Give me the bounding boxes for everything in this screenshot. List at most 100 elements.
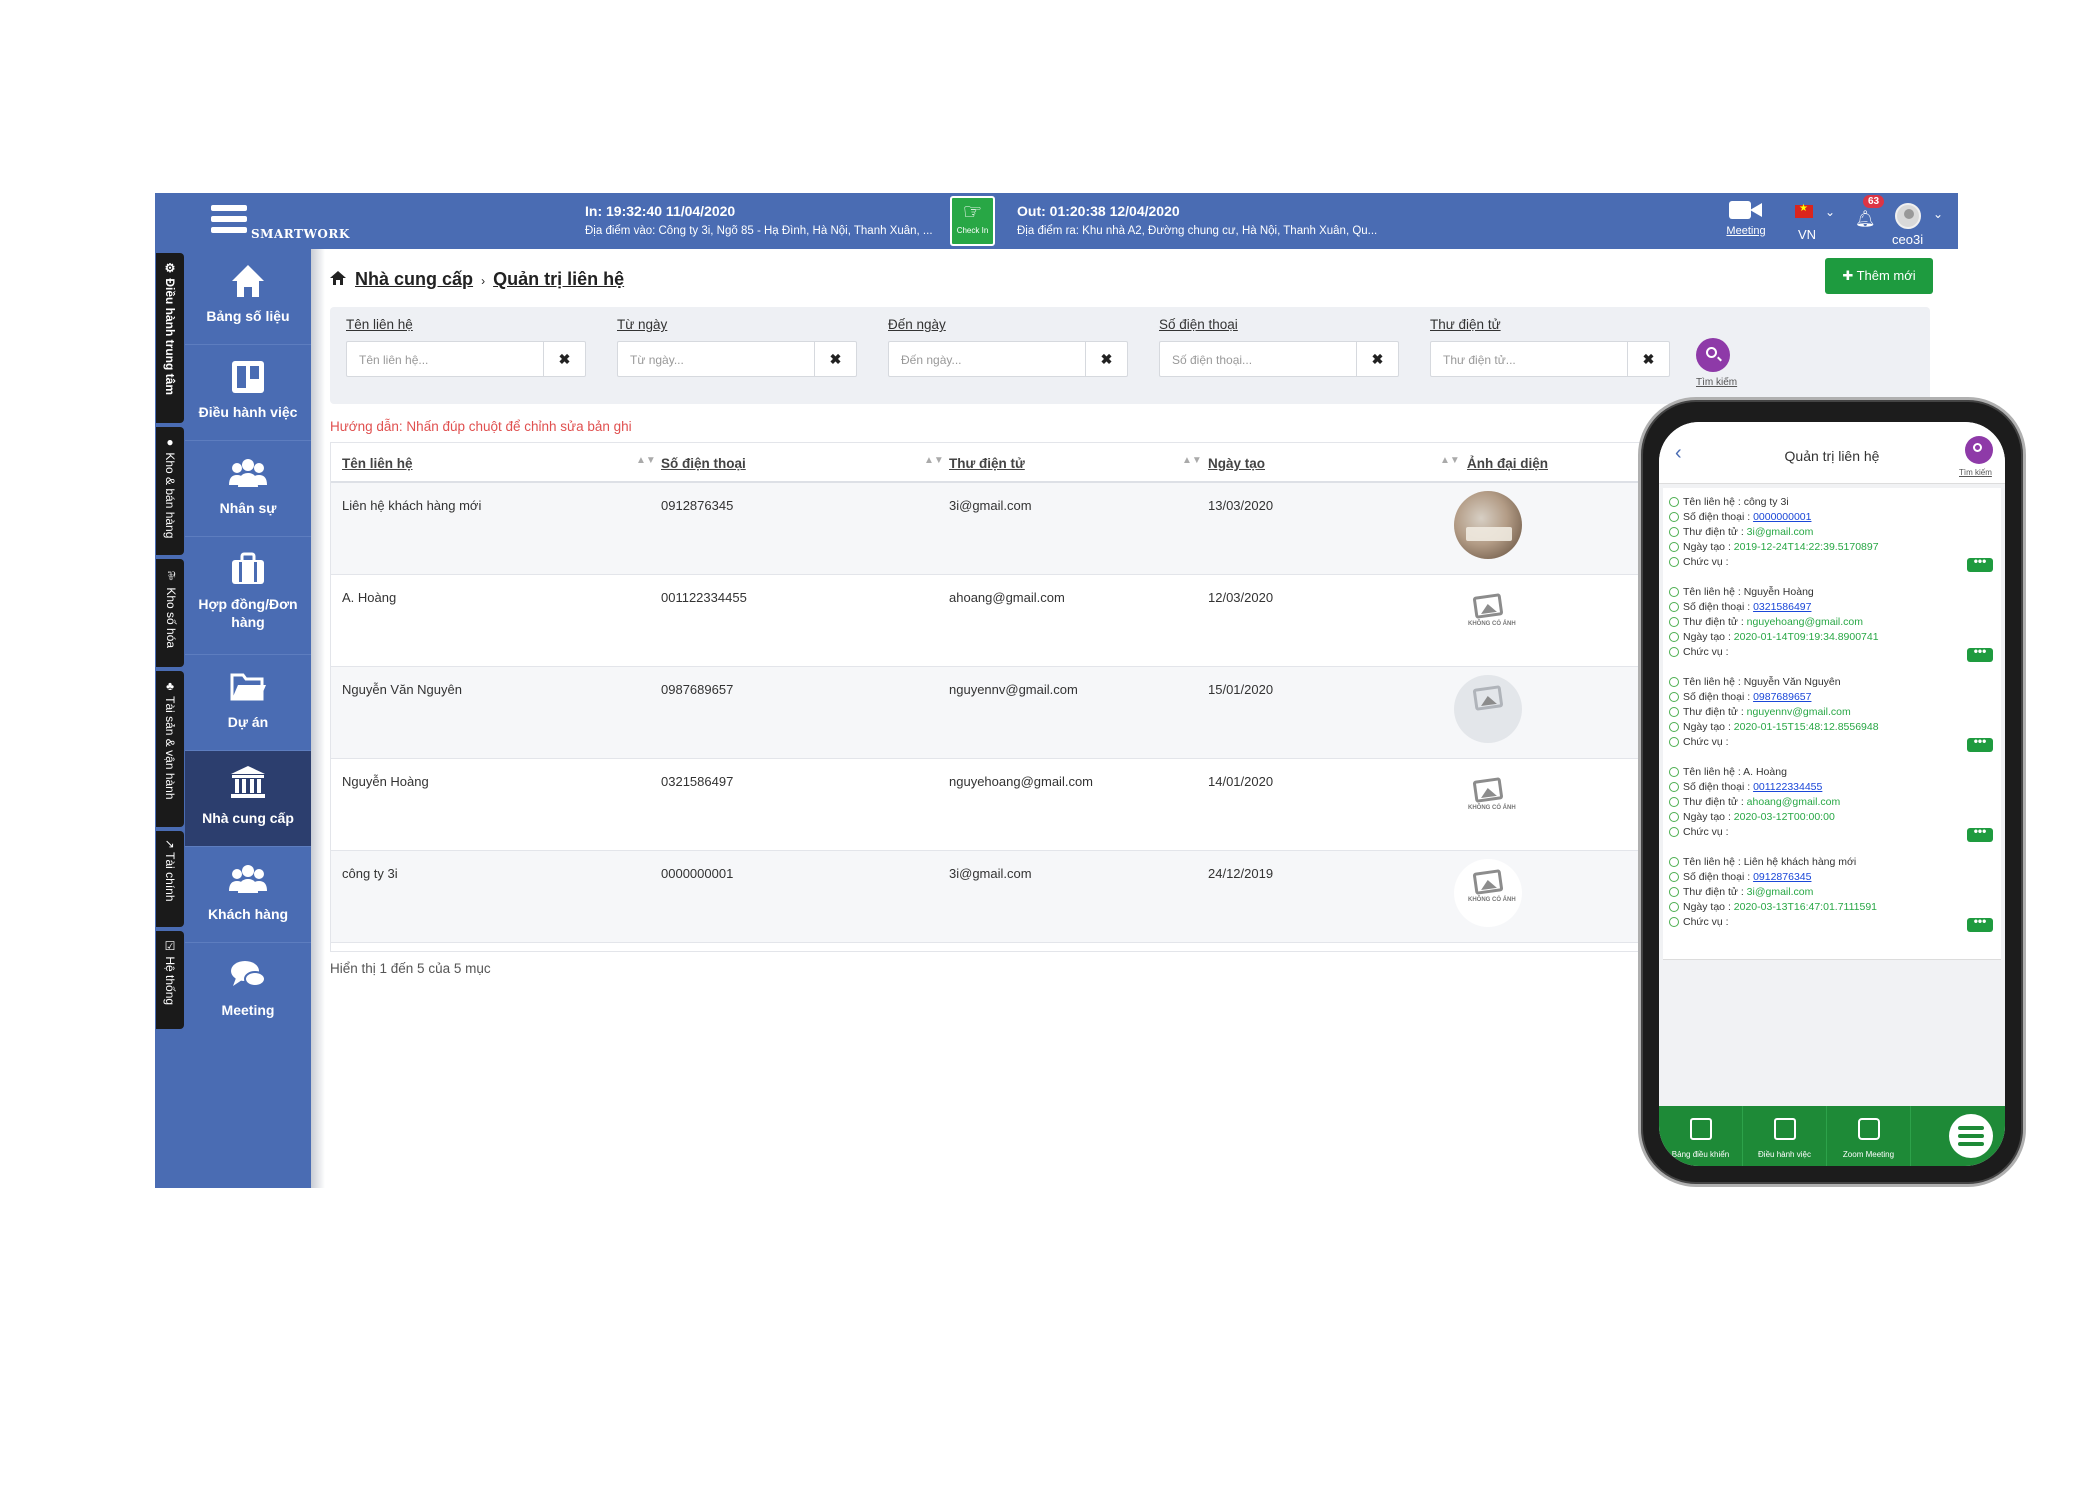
breadcrumb-current-link[interactable]: Quản trị liên hệ xyxy=(493,269,624,289)
user-menu[interactable]: ⌄ ceo3i xyxy=(1892,203,1955,247)
more-options-button[interactable]: ••• xyxy=(1967,555,1993,572)
add-new-button[interactable]: ✚ Thêm mới xyxy=(1825,258,1933,294)
filter-label: Tên liên hệ xyxy=(346,317,413,332)
card-phone-link[interactable]: 0000000001 xyxy=(1753,511,1811,523)
breadcrumb-parent-link[interactable]: Nhà cung cấp xyxy=(355,269,473,289)
search-icon xyxy=(1706,347,1717,358)
clear-icon[interactable]: ✖ xyxy=(1356,342,1398,376)
column-header-phone[interactable]: Số điện thoại xyxy=(661,456,746,471)
column-header-created[interactable]: Ngày tạo xyxy=(1208,456,1265,471)
cell-email: nguyehoang@gmail.com xyxy=(949,774,1094,789)
card-name-line: Tên liên hệ : Nguyễn Hoàng xyxy=(1683,586,1814,598)
sidebar-item-bang-so-lieu[interactable]: Bảng số liệu xyxy=(185,249,311,345)
table-info: Hiển thị 1 đến 5 của 5 mục xyxy=(330,961,491,976)
sidebar-item-khach-hang[interactable]: Khách hàng xyxy=(185,847,311,943)
mobile-tab-zoom-meeting[interactable]: Zoom Meeting xyxy=(1827,1106,1911,1166)
more-options-button[interactable]: ••• xyxy=(1967,735,1993,752)
field-label: Ngày tạo : xyxy=(1683,721,1734,733)
module-tab-tai-chinh[interactable]: ↗ Tài chính xyxy=(156,831,184,927)
sort-icon[interactable]: ▲▼ xyxy=(636,455,656,466)
table-row[interactable]: Nguyễn Hoàng 0321586497 nguyehoang@gmail… xyxy=(331,759,1669,851)
menu-bar xyxy=(1958,1126,1984,1130)
module-tab-kho-so-hoa[interactable]: ⅌ Kho số hóa xyxy=(156,559,184,667)
card-created-line: Ngày tạo : 2019-12-24T14:22:39.5170897 xyxy=(1683,541,1879,553)
mobile-tab-dashboard[interactable]: Bảng điều khiển xyxy=(1659,1106,1743,1166)
column-header-avatar[interactable]: Ảnh đại diện xyxy=(1467,456,1548,471)
search-button[interactable] xyxy=(1696,338,1730,372)
phone-icon xyxy=(1669,692,1679,702)
language-selector[interactable]: ⌄ VN xyxy=(1795,203,1845,242)
card-phone-link[interactable]: 0987689657 xyxy=(1753,691,1811,703)
table-row[interactable]: A. Hoàng 001122334455 ahoang@gmail.com 1… xyxy=(331,575,1669,667)
column-header-name[interactable]: Tên liên hệ xyxy=(342,456,413,471)
module-tab-kho-ban-hang[interactable]: ● Kho & bán hàng xyxy=(156,427,184,555)
bank-icon xyxy=(231,766,265,798)
more-options-button[interactable]: ••• xyxy=(1967,915,1993,932)
app-logo[interactable]: SMARTWORK xyxy=(211,205,371,241)
search-label[interactable]: Tìm kiếm xyxy=(1696,377,1737,388)
from-date-input[interactable]: Từ ngày... ✖ xyxy=(617,341,857,377)
column-header-email[interactable]: Thư điện tử xyxy=(949,456,1025,471)
clear-icon[interactable]: ✖ xyxy=(1627,342,1669,376)
card-phone-link[interactable]: 0912876345 xyxy=(1753,871,1811,883)
more-options-button[interactable]: ••• xyxy=(1967,825,1993,842)
clock-icon xyxy=(1669,632,1679,642)
to-date-input[interactable]: Đến ngày... ✖ xyxy=(888,341,1128,377)
module-tab-dieu-hanh[interactable]: ⚙ Điều hành trung tâm xyxy=(156,253,184,423)
phone-icon xyxy=(1669,872,1679,882)
contact-card[interactable]: Tên liên hệ : Liên hệ khách hàng mới Số … xyxy=(1663,848,2001,960)
sidebar-item-du-an[interactable]: Dự án xyxy=(185,655,311,751)
card-position-line: Chức vụ : xyxy=(1683,916,1729,928)
card-email: 3i@gmail.com xyxy=(1746,526,1814,538)
field-label: Số điện thoại : xyxy=(1683,691,1754,703)
cell-created: 12/03/2020 xyxy=(1208,590,1274,605)
card-phone-line: Số điện thoại : 0987689657 xyxy=(1683,691,1811,703)
filter-label: Số điện thoại xyxy=(1159,317,1238,332)
notifications-button[interactable]: 🔔︎ 63 xyxy=(1855,195,1885,229)
mobile-search-button[interactable] xyxy=(1965,436,1993,464)
card-phone-line: Số điện thoại : 0000000001 xyxy=(1683,511,1811,523)
sidebar-item-dieu-hanh-viec[interactable]: Điều hành việc xyxy=(185,345,311,441)
table-row[interactable]: Liên hệ khách hàng mới 0912876345 3i@gma… xyxy=(331,483,1669,575)
sidebar-item-hop-dong[interactable]: Hợp đồng/Đơn hàng xyxy=(185,537,311,655)
filter-label: Thư điện tử xyxy=(1430,317,1501,332)
card-phone-link[interactable]: 0321586497 xyxy=(1753,601,1811,613)
sidebar-item-meeting[interactable]: Meeting xyxy=(185,943,311,1039)
more-options-button[interactable]: ••• xyxy=(1967,645,1993,662)
sidebar-item-nha-cung-cap[interactable]: Nhà cung cấp xyxy=(185,751,311,847)
mobile-search-label[interactable]: Tìm kiếm xyxy=(1959,468,1992,477)
card-created: 2020-03-12T00:00:00 xyxy=(1733,811,1835,823)
sort-icon[interactable]: ▲▼ xyxy=(1440,455,1460,466)
clear-icon[interactable]: ✖ xyxy=(814,342,856,376)
sort-icon[interactable]: ▲▼ xyxy=(924,455,944,466)
sidebar-item-nhan-su[interactable]: Nhân sự xyxy=(185,441,311,537)
sidebar-item-label: Meeting xyxy=(221,1002,275,1018)
mobile-tab-work[interactable]: Điều hành việc xyxy=(1743,1106,1827,1166)
clear-icon[interactable]: ✖ xyxy=(543,342,585,376)
module-tab-tai-san[interactable]: ♣ Tài sản & vận hành xyxy=(156,671,184,827)
check-in-button[interactable]: ☞ Check In xyxy=(950,196,995,246)
chevron-down-icon: ⌄ xyxy=(1933,207,1944,221)
sidebar: Bảng số liệu Điều hành việc Nhân sự Hợp … xyxy=(185,249,311,1188)
mobile-menu-button[interactable] xyxy=(1949,1114,1993,1158)
meeting-button[interactable]: Meeting xyxy=(1718,199,1774,237)
cell-name: Nguyễn Văn Nguyên xyxy=(342,682,462,697)
table-row[interactable]: Nguyễn Văn Nguyên 0987689657 nguyennv@gm… xyxy=(331,667,1669,759)
contact-name-input[interactable]: Tên liên hệ... ✖ xyxy=(346,341,586,377)
no-image-placeholder xyxy=(1468,685,1508,729)
card-phone-link[interactable]: 001122334455 xyxy=(1753,781,1822,793)
table-row[interactable]: công ty 3i 0000000001 3i@gmail.com 24/12… xyxy=(331,851,1669,943)
phone-input[interactable]: Số điện thoại... ✖ xyxy=(1159,341,1399,377)
mobile-tab-label: Bảng điều khiển xyxy=(1671,1150,1730,1159)
contact-photo xyxy=(1454,491,1522,559)
field-label: Ngày tạo : xyxy=(1683,901,1734,913)
email-input[interactable]: Thư điện tử... ✖ xyxy=(1430,341,1670,377)
card-email: nguyennv@gmail.com xyxy=(1746,706,1851,718)
field-label: Thư điện tử : xyxy=(1683,706,1747,718)
module-tab-he-thong[interactable]: ☑ Hệ thống xyxy=(156,931,184,1029)
card-phone-line: Số điện thoại : 001122334455 xyxy=(1683,781,1822,793)
clear-icon[interactable]: ✖ xyxy=(1085,342,1127,376)
filter-to-date: Đến ngày Đến ngày... ✖ xyxy=(872,317,1128,377)
hamburger-menu-icon[interactable] xyxy=(211,205,247,241)
sort-icon[interactable]: ▲▼ xyxy=(1182,455,1202,466)
